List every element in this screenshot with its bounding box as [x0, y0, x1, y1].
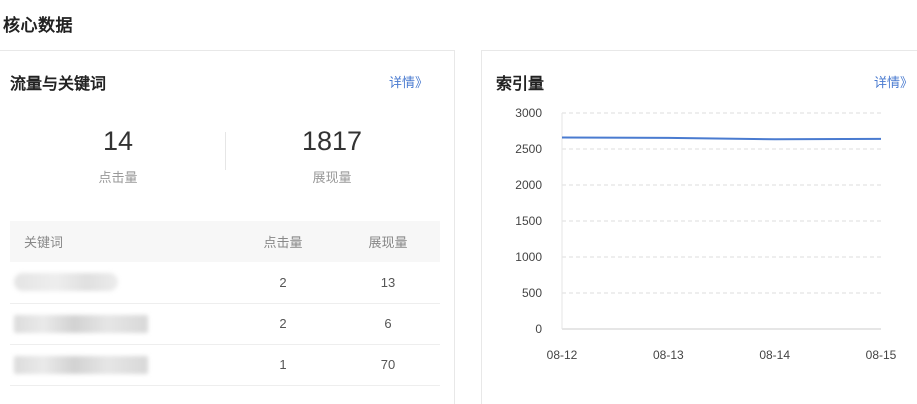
table-row: 2 6: [10, 303, 440, 345]
impressions-cell: 70: [336, 344, 440, 386]
y-tick-label: 1000: [515, 250, 542, 264]
clicks-label: 点击量: [98, 170, 138, 185]
clicks-cell: 2: [230, 303, 336, 345]
header-impressions: 展现量: [336, 221, 440, 262]
keyword-table-header: 关键词 点击量 展现量: [10, 221, 440, 262]
section-title: 核心数据: [3, 16, 73, 35]
index-line-chart: 0 500 1000 1500 2000 2500 3000 08-12 08-13 08-14 0…: [515, 106, 897, 362]
y-tick-label: 2500: [515, 142, 542, 156]
header-clicks: 点击量: [230, 221, 336, 262]
traffic-card-title: 流量与关键词: [10, 76, 107, 93]
impressions-cell: 13: [336, 262, 440, 304]
x-tick-label: 08-14: [759, 348, 790, 362]
y-tick-label: 3000: [515, 106, 542, 120]
stat-divider: [225, 132, 226, 170]
traffic-card: 流量与关键词 详情》 14 点击量 1817 展现量 关键词 点击量 展现量 2…: [0, 50, 455, 404]
clicks-stat: 14 点击量: [18, 124, 218, 186]
impressions-stat: 1817 展现量: [232, 124, 432, 186]
clicks-value: 14: [102, 126, 134, 156]
table-row: 2 13: [10, 262, 440, 304]
impressions-value: 1817: [301, 126, 363, 156]
y-tick-label: 2000: [515, 178, 542, 192]
redacted-keyword: [14, 355, 148, 374]
table-row: 1 70: [10, 344, 440, 386]
traffic-detail-link[interactable]: 详情》: [389, 72, 428, 91]
x-tick-label: 08-12: [547, 348, 578, 362]
redacted-keyword: [14, 314, 148, 333]
x-tick-label: 08-15: [866, 348, 897, 362]
redacted-keyword: [14, 273, 118, 292]
index-series-line: [561, 136, 882, 141]
keyword-table: 关键词 点击量 展现量 2 13 2 6 1 70: [10, 221, 440, 386]
y-tick-label: 1500: [515, 214, 542, 228]
y-tick-label: 0: [535, 322, 542, 336]
impressions-cell: 6: [336, 303, 440, 345]
clicks-cell: 2: [230, 262, 336, 304]
keyword-cell: [10, 303, 230, 345]
index-card: 索引量 详情》 0 500 1000 1500 2000 2500 3000 08-12 08-…: [481, 50, 917, 404]
keyword-cell: [10, 262, 230, 304]
header-keyword: 关键词: [10, 221, 230, 262]
y-tick-label: 500: [522, 286, 542, 300]
keyword-cell: [10, 344, 230, 386]
clicks-cell: 1: [230, 344, 336, 386]
impressions-label: 展现量: [312, 170, 352, 185]
x-tick-label: 08-13: [653, 348, 684, 362]
